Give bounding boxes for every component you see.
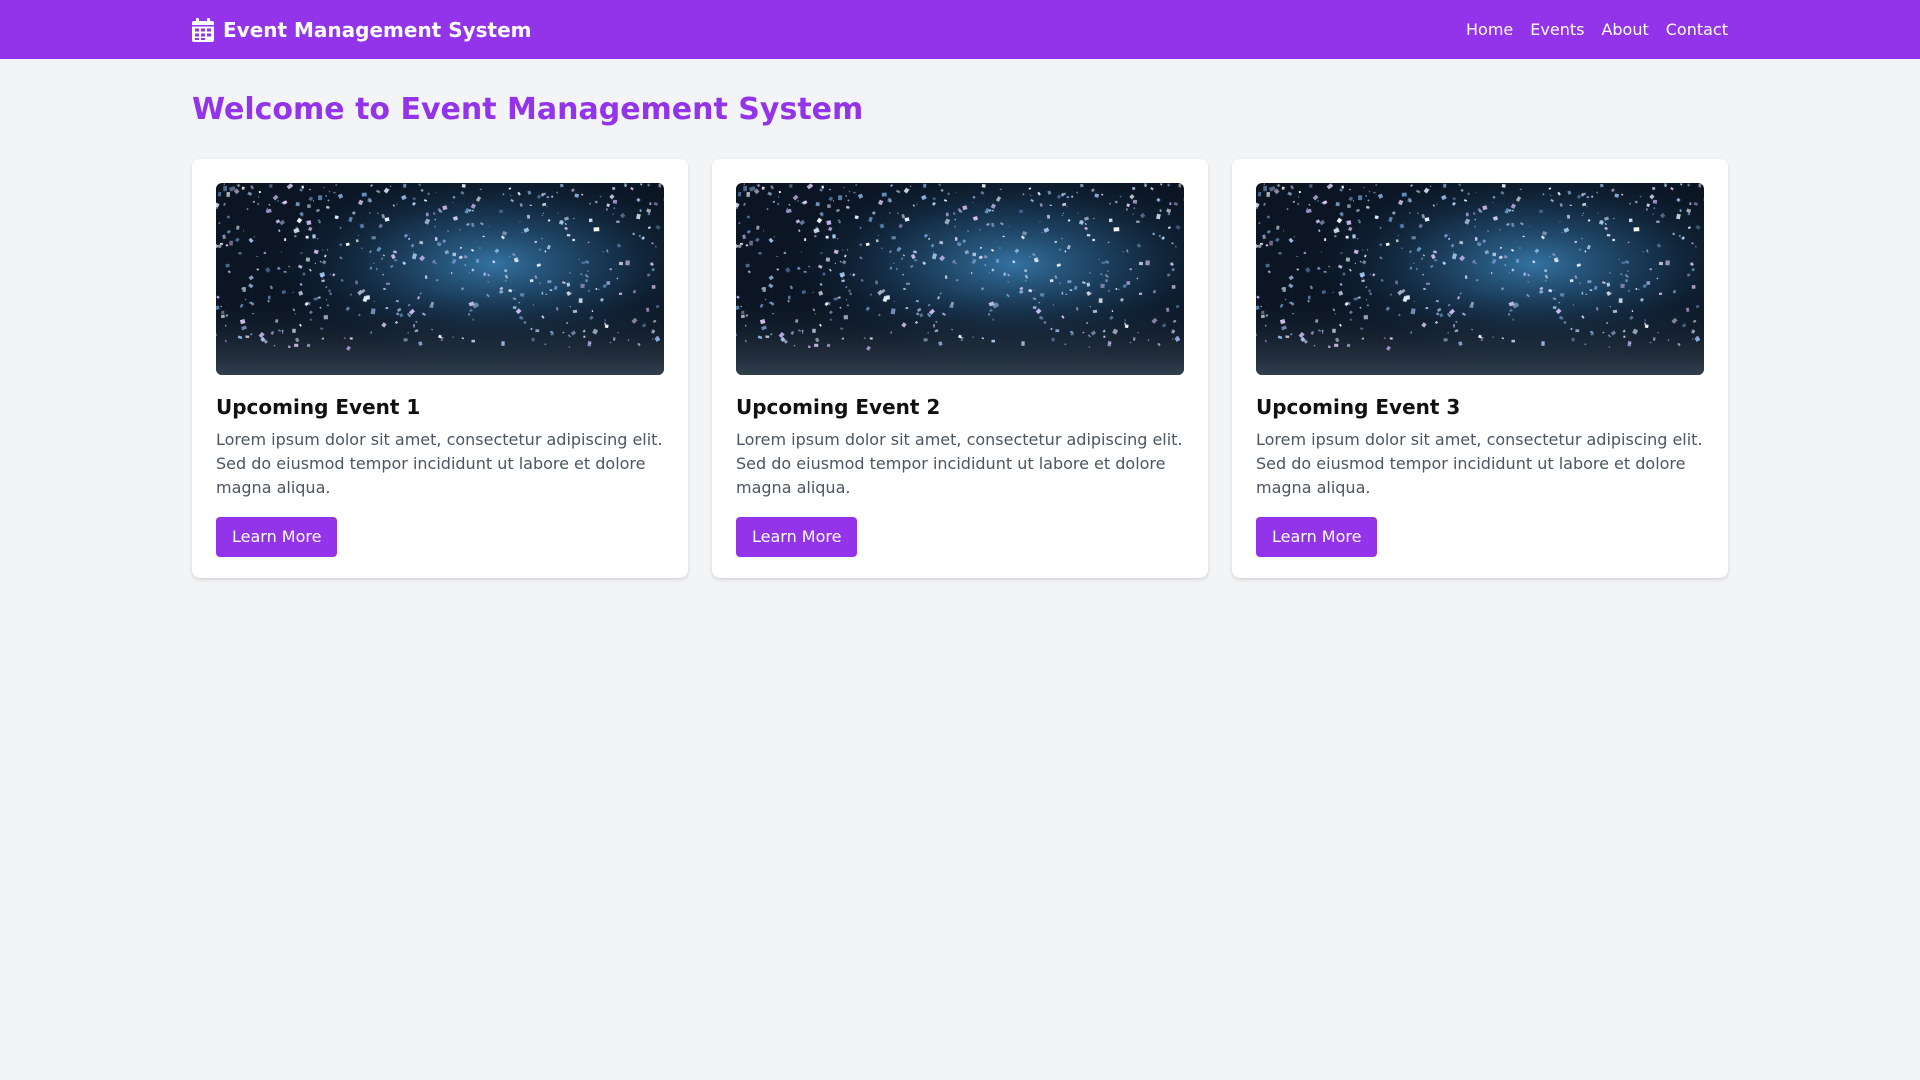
confetti-photo: [216, 183, 664, 375]
confetti-photo: [736, 183, 1184, 375]
event-title: Upcoming Event 3: [1256, 395, 1461, 419]
event-title: Upcoming Event 2: [736, 395, 941, 419]
nav-link-events[interactable]: Events: [1530, 20, 1584, 39]
nav-link-about[interactable]: About: [1601, 20, 1648, 39]
top-navbar: Event Management System Home Events Abou…: [0, 0, 1920, 59]
learn-more-button[interactable]: Learn More: [1256, 517, 1378, 557]
event-card: Upcoming Event 3 Lorem ipsum dolor sit a…: [1232, 159, 1728, 578]
event-image: [216, 183, 664, 375]
brand-link[interactable]: Event Management System: [192, 17, 532, 42]
event-description: Lorem ipsum dolor sit amet, consectetur …: [736, 430, 1183, 497]
page-title: Welcome to Event Management System: [192, 92, 864, 127]
event-description: Lorem ipsum dolor sit amet, consectetur …: [216, 430, 663, 497]
brand-name: Event Management System: [223, 17, 532, 42]
event-card: Upcoming Event 2 Lorem ipsum dolor sit a…: [712, 159, 1208, 578]
nav-menu: Home Events About Contact: [1466, 20, 1728, 39]
nav-link-contact[interactable]: Contact: [1666, 20, 1728, 39]
event-image: [1256, 183, 1704, 375]
event-description: Lorem ipsum dolor sit amet, consectetur …: [1256, 430, 1703, 497]
nav-link-home[interactable]: Home: [1466, 20, 1513, 39]
confetti-photo: [1256, 183, 1704, 375]
event-image: [736, 183, 1184, 375]
event-card: Upcoming Event 1 Lorem ipsum dolor sit a…: [192, 159, 688, 578]
event-cards: Upcoming Event 1 Lorem ipsum dolor sit a…: [192, 159, 1728, 578]
event-title: Upcoming Event 1: [216, 395, 421, 419]
calendar-icon: [192, 17, 214, 42]
navbar-inner: Event Management System Home Events Abou…: [192, 0, 1728, 59]
main-content: Welcome to Event Management System Upcom…: [192, 59, 1728, 578]
learn-more-button[interactable]: Learn More: [216, 517, 338, 557]
learn-more-button[interactable]: Learn More: [736, 517, 858, 557]
